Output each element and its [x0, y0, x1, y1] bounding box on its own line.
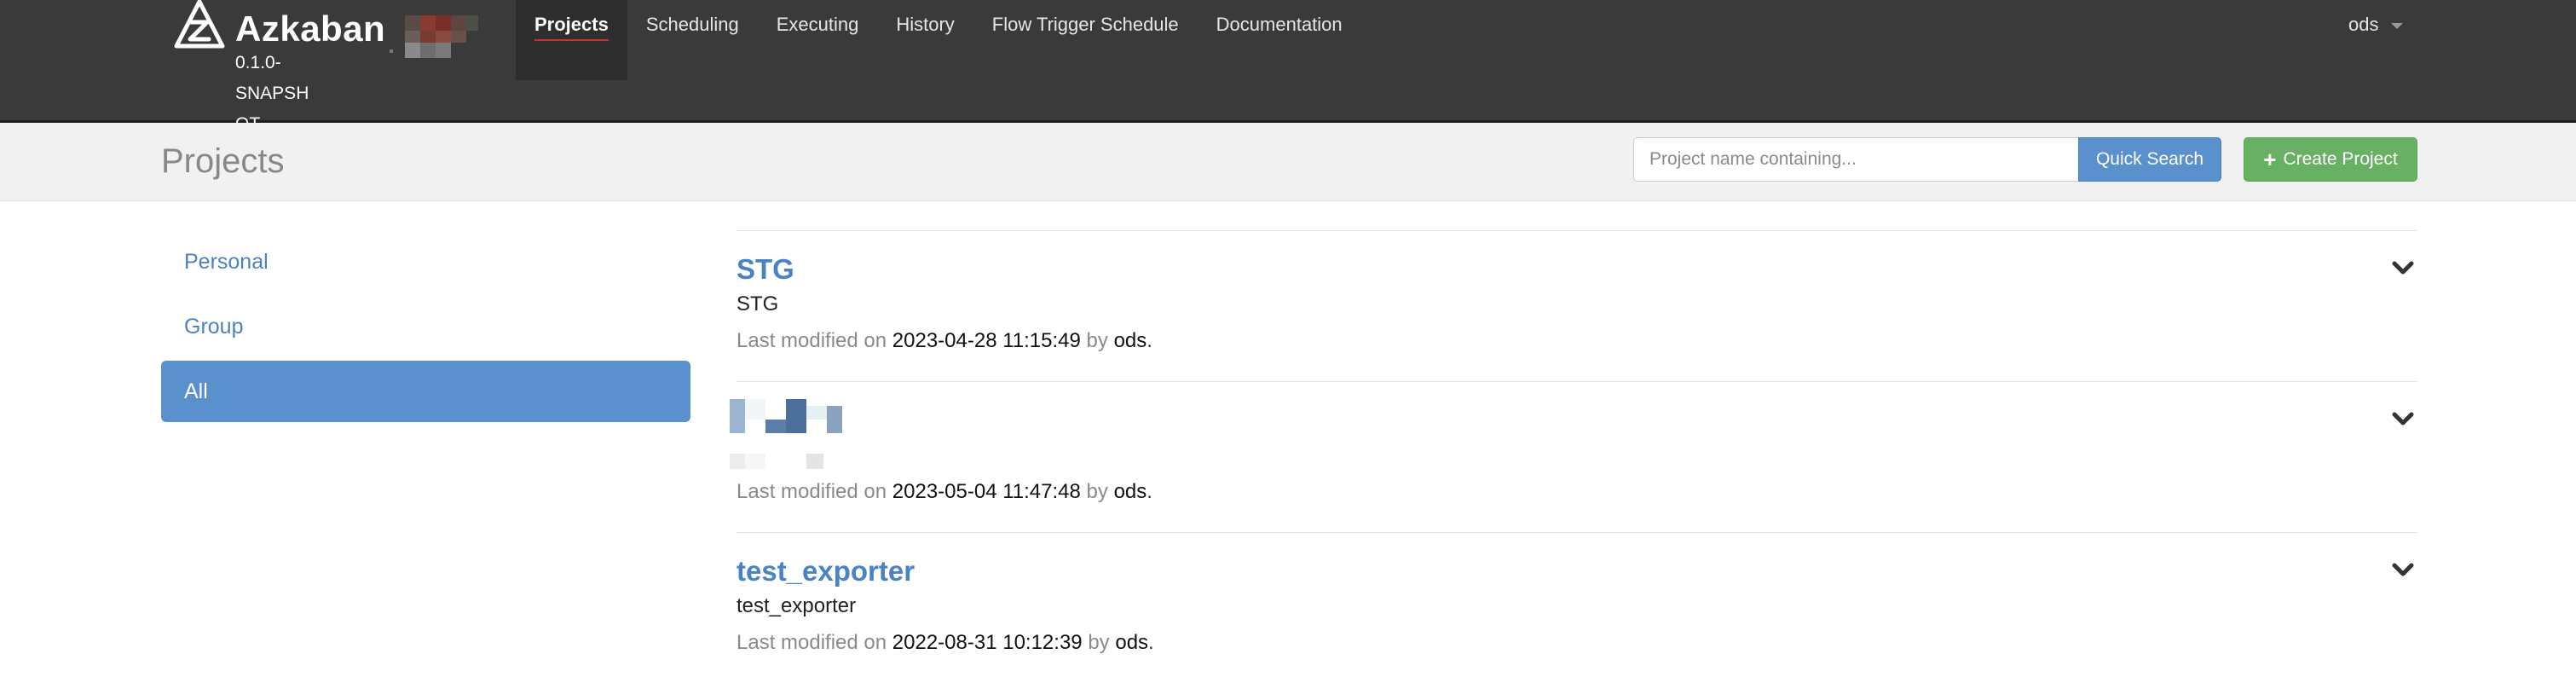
project-list: STG STG Last modified on 2023-04-28 11:1…	[730, 230, 2417, 683]
nav-history[interactable]: History	[877, 0, 973, 80]
modified-suffix: .	[1148, 631, 1154, 654]
chevron-down-icon[interactable]	[2388, 404, 2417, 433]
redacted-environment-label	[388, 15, 482, 67]
nav-flow-trigger-schedule[interactable]: Flow Trigger Schedule	[973, 0, 1198, 80]
project-filter-sidebar: Personal Group All	[161, 231, 690, 425]
sidebar-item-personal[interactable]: Personal	[161, 231, 690, 292]
modified-by-label: by	[1086, 329, 1108, 352]
modified-by-label: by	[1086, 480, 1108, 503]
sidebar-item-group[interactable]: Group	[161, 296, 690, 357]
project-row: test_exporter test_exporter Last modifie…	[736, 532, 2417, 683]
modified-suffix: .	[1146, 480, 1152, 503]
project-row: STG STG Last modified on 2023-04-28 11:1…	[736, 230, 2417, 381]
project-description: STG	[736, 292, 779, 315]
project-last-modified: Last modified on 2023-05-04 11:47:48 by …	[736, 478, 1152, 506]
sidebar-item-all[interactable]: All	[161, 361, 690, 422]
user-menu[interactable]: ods	[2348, 14, 2403, 36]
project-last-modified: Last modified on 2023-04-28 11:15:49 by …	[736, 327, 1152, 355]
chevron-down-icon[interactable]	[2388, 253, 2417, 282]
project-last-modified: Last modified on 2022-08-31 10:12:39 by …	[736, 629, 1154, 657]
azkaban-logo-icon[interactable]	[173, 0, 226, 49]
modified-by-user: ods	[1113, 329, 1147, 352]
project-row: Last modified on 2023-05-04 11:47:48 by …	[730, 381, 2417, 532]
nav-projects[interactable]: Projects	[516, 0, 627, 80]
quick-search-button[interactable]: Quick Search	[2078, 137, 2221, 182]
create-project-label: Create Project	[2283, 149, 2398, 169]
modified-by-user: ods	[1113, 480, 1147, 503]
create-project-button[interactable]: + Create Project	[2244, 137, 2417, 182]
project-description: test_exporter	[736, 594, 857, 617]
brand-name[interactable]: Azkaban	[235, 5, 385, 53]
project-name-link[interactable]: STG	[736, 252, 794, 287]
top-navbar: Azkaban 0.1.0-SNAPSHOT Projects Scheduli…	[0, 0, 2576, 134]
modified-prefix: Last modified on	[736, 631, 887, 654]
modified-suffix: .	[1146, 329, 1152, 352]
modified-by-label: by	[1088, 631, 1110, 654]
user-name: ods	[2348, 14, 2379, 35]
chevron-down-icon[interactable]	[2388, 555, 2417, 584]
page-title: Projects	[161, 142, 285, 180]
modified-prefix: Last modified on	[736, 329, 887, 352]
nav-executing[interactable]: Executing	[758, 0, 878, 80]
nav-documentation[interactable]: Documentation	[1198, 0, 1361, 80]
project-search-input[interactable]	[1633, 137, 2078, 182]
caret-down-icon	[2390, 22, 2403, 29]
nav-scheduling[interactable]: Scheduling	[627, 0, 758, 80]
redacted-project-name[interactable]	[730, 399, 866, 476]
page-header: Projects Quick Search + Create Project	[0, 123, 2576, 201]
plus-icon: +	[2263, 147, 2277, 172]
project-name-link[interactable]: test_exporter	[736, 553, 915, 589]
active-tab-underline	[534, 39, 609, 41]
modified-prefix: Last modified on	[736, 480, 887, 503]
modified-date: 2023-04-28 11:15:49	[892, 329, 1081, 352]
modified-date: 2023-05-04 11:47:48	[892, 480, 1081, 503]
modified-by-user: ods	[1115, 631, 1149, 654]
modified-date: 2022-08-31 10:12:39	[892, 631, 1083, 654]
nav-projects-label: Projects	[534, 14, 609, 35]
main-nav: Projects Scheduling Executing History Fl…	[516, 0, 1361, 80]
